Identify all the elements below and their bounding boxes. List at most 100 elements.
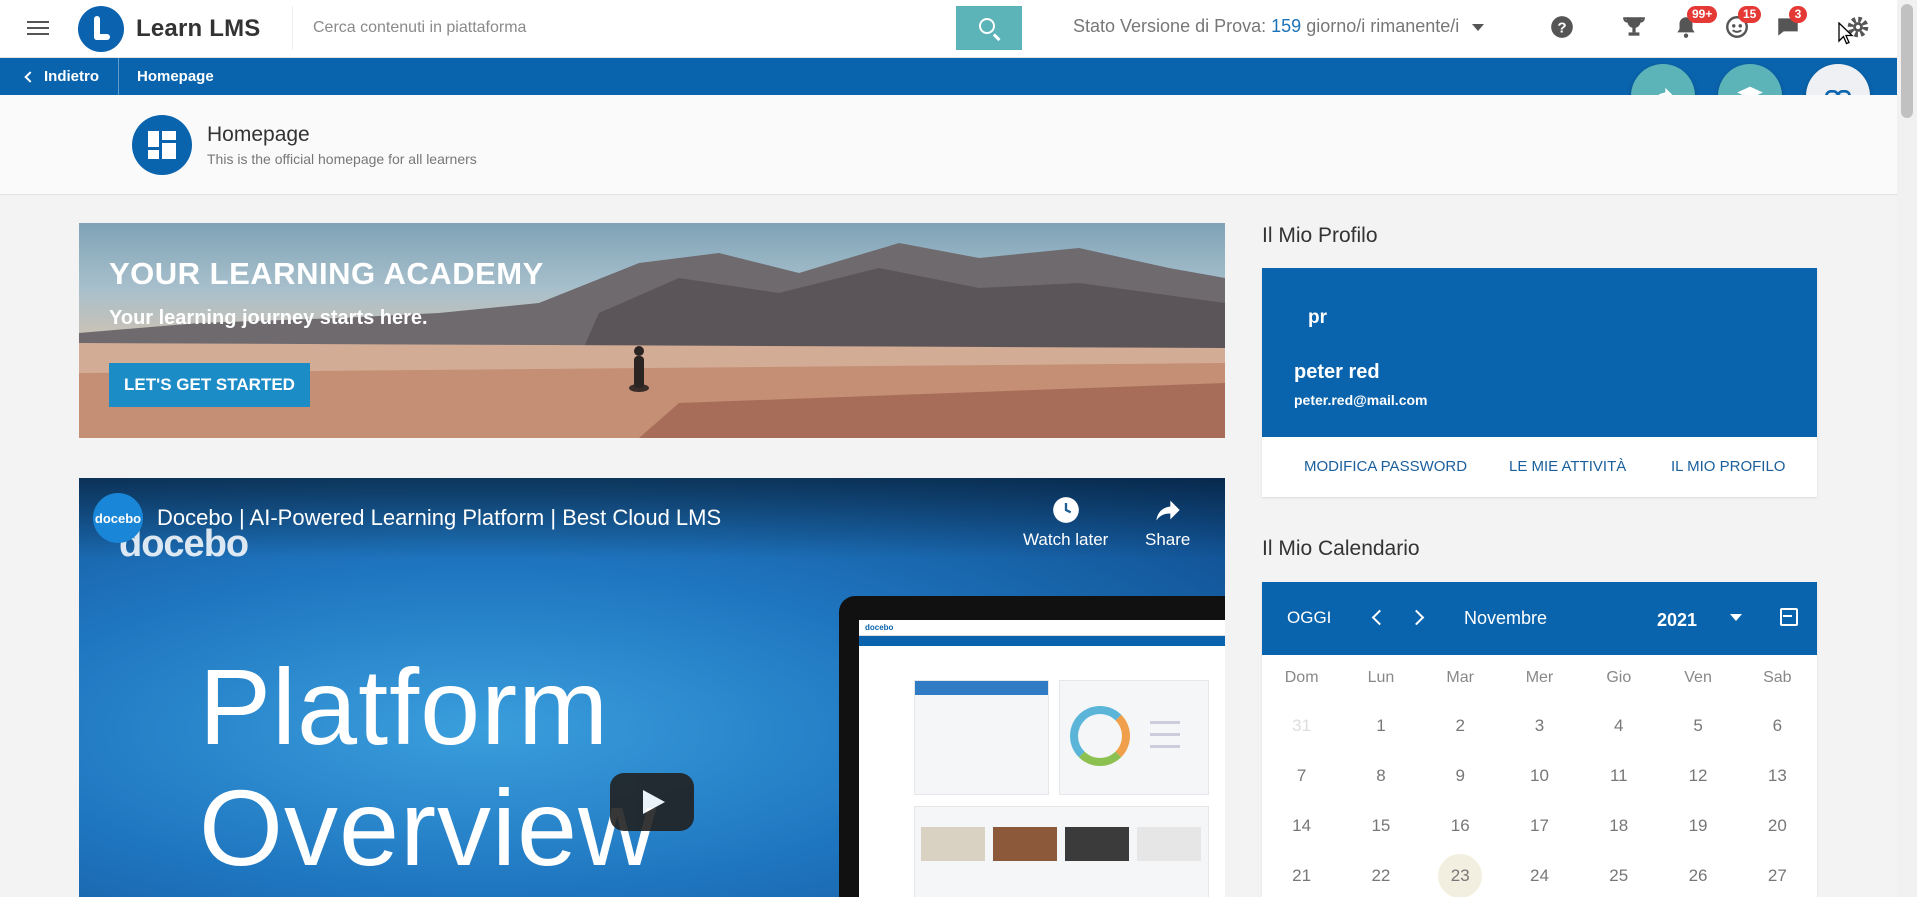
app-logo[interactable]: Learn LMS [78, 5, 260, 53]
calendar-day[interactable]: 19 [1658, 816, 1737, 836]
menu-icon[interactable] [24, 17, 52, 41]
calendar-week: 14 15 16 17 18 19 20 [1262, 801, 1817, 851]
contacts-icon[interactable]: 15 [1724, 6, 1762, 44]
search-input[interactable] [293, 6, 956, 50]
calendar-day[interactable]: 11 [1579, 766, 1658, 786]
calendar-year[interactable]: 2021 [1657, 610, 1697, 631]
watch-later-label: Watch later [1023, 530, 1109, 549]
video-title[interactable]: Docebo | AI-Powered Learning Platform | … [157, 505, 721, 531]
get-started-button[interactable]: LET'S GET STARTED [109, 363, 310, 407]
calendar-day-number: 6 [1772, 716, 1783, 735]
calendar-day[interactable]: 21 [1262, 866, 1341, 886]
profile-summary: pr peter red peter.red@mail.com [1262, 268, 1817, 437]
next-month-icon[interactable] [1408, 609, 1425, 626]
share-label: Share [1145, 530, 1191, 549]
calendar-day-number: 24 [1530, 866, 1549, 885]
weekday-label: Lun [1367, 669, 1395, 686]
channel-avatar[interactable]: docebo [93, 493, 143, 543]
calendar-day[interactable]: 14 [1262, 816, 1341, 836]
calendar-day-number: 25 [1609, 866, 1629, 885]
calendar-day[interactable]: 16 [1421, 816, 1500, 836]
help-icon[interactable]: ? [1549, 14, 1579, 44]
calendar-day[interactable]: 3 [1500, 716, 1579, 736]
weekday-label: Gio [1606, 669, 1632, 686]
back-button[interactable]: Indietro [0, 58, 119, 95]
watch-later-button[interactable]: Watch later [1023, 496, 1108, 550]
trial-suffix: giorno/i rimanente/i [1306, 16, 1460, 36]
calendar-day-number: 22 [1371, 866, 1391, 885]
calendar-day-number: 11 [1609, 766, 1628, 785]
calendar-day-number: 5 [1693, 716, 1703, 735]
top-header: Learn LMS Stato Versione di Prova: 159 g… [0, 0, 1897, 58]
calendar-day-number: 18 [1609, 816, 1629, 835]
chat-icon[interactable]: 3 [1775, 6, 1807, 44]
play-button[interactable] [610, 773, 694, 831]
calendar-day-number: 23 [1438, 854, 1483, 897]
laptop-screen-brand: docebo [859, 620, 1225, 636]
calendar-day[interactable]: 2 [1421, 716, 1500, 736]
calendar-heading: Il Mio Calendario [1262, 537, 1420, 560]
calendar-week: 31 1 2 3 4 5 6 [1262, 701, 1817, 751]
back-label: Indietro [44, 68, 99, 85]
share-video-button[interactable]: Share [1145, 496, 1190, 550]
video-player[interactable]: docebo docebo Docebo | AI-Powered Learni… [79, 478, 1225, 897]
weekday-label: Sab [1763, 669, 1792, 686]
profile-heading: Il Mio Profilo [1262, 224, 1378, 247]
trial-status-dropdown[interactable]: Stato Versione di Prova: 159 giorno/i ri… [1073, 16, 1485, 37]
my-activities-link[interactable]: LE MIE ATTIVITÀ [1509, 458, 1626, 475]
weekday-label: Ven [1684, 669, 1712, 686]
laptop-mockup: docebo [839, 596, 1225, 897]
calendar-day[interactable]: 5 [1658, 716, 1737, 736]
change-password-link[interactable]: MODIFICA PASSWORD [1304, 458, 1467, 475]
today-button[interactable]: OGGI [1287, 608, 1331, 628]
profile-email: peter.red@mail.com [1294, 392, 1428, 408]
calendar-day-number: 13 [1767, 766, 1787, 785]
calendar-day[interactable]: 15 [1341, 816, 1420, 836]
calendar-day[interactable]: 18 [1579, 816, 1658, 836]
calendar-day-number: 16 [1450, 816, 1470, 835]
academy-banner: YOUR LEARNING ACADEMY Your learning jour… [79, 223, 1225, 438]
weekday-label: Mar [1446, 669, 1474, 686]
page-scrollbar[interactable] [1897, 0, 1917, 897]
calendar-day[interactable]: 25 [1579, 866, 1658, 886]
calendar-day[interactable]: 8 [1341, 766, 1420, 786]
logo-mark-icon [78, 6, 124, 52]
breadcrumb: Indietro Homepage [0, 58, 1897, 95]
calendar-day[interactable]: 26 [1658, 866, 1737, 886]
calendar-day[interactable]: 6 [1738, 716, 1817, 736]
calendar-day[interactable]: 24 [1500, 866, 1579, 886]
calendar-day-number: 10 [1530, 766, 1549, 785]
calendar-day[interactable]: 17 [1500, 816, 1579, 836]
scrollbar-thumb[interactable] [1901, 4, 1913, 118]
my-profile-link[interactable]: IL MIO PROFILO [1671, 458, 1785, 475]
calendar-day[interactable]: 1 [1341, 716, 1420, 736]
calendar-day[interactable]: 20 [1738, 816, 1817, 836]
prev-month-icon[interactable] [1371, 609, 1388, 626]
calendar-day[interactable]: 10 [1500, 766, 1579, 786]
export-icon[interactable] [1780, 608, 1798, 626]
calendar-day-today[interactable]: 23 [1421, 854, 1500, 897]
calendar-day[interactable]: 27 [1738, 866, 1817, 886]
bell-icon[interactable]: 99+ [1673, 6, 1718, 44]
calendar-day-number: 12 [1688, 766, 1708, 785]
search-button[interactable] [956, 6, 1022, 50]
screen-calendar-widget [914, 680, 1049, 795]
calendar-widget: OGGI Novembre 2021 Dom Lun Mar Mer Gio Ven Sab… [1262, 582, 1817, 897]
year-dropdown-icon[interactable] [1730, 614, 1742, 621]
calendar-day[interactable]: 7 [1262, 766, 1341, 786]
calendar-day[interactable]: 22 [1341, 866, 1420, 886]
calendar-day[interactable]: 13 [1738, 766, 1817, 786]
share-icon [1156, 500, 1180, 521]
weekday-label: Dom [1284, 669, 1319, 686]
app-name: Learn LMS [136, 15, 261, 42]
calendar-day[interactable]: 31 [1262, 716, 1341, 736]
calendar-day[interactable]: 4 [1579, 716, 1658, 736]
calendar-day[interactable]: 9 [1421, 766, 1500, 786]
avatar[interactable]: pr [1308, 307, 1327, 329]
breadcrumb-current: Homepage [137, 68, 214, 85]
calendar-day[interactable]: 12 [1658, 766, 1737, 786]
trophy-icon[interactable] [1621, 14, 1651, 44]
trial-prefix: Stato Versione di Prova: [1073, 16, 1267, 36]
calendar-day-number: 15 [1371, 816, 1391, 835]
screen-activity-widget [1059, 680, 1209, 795]
